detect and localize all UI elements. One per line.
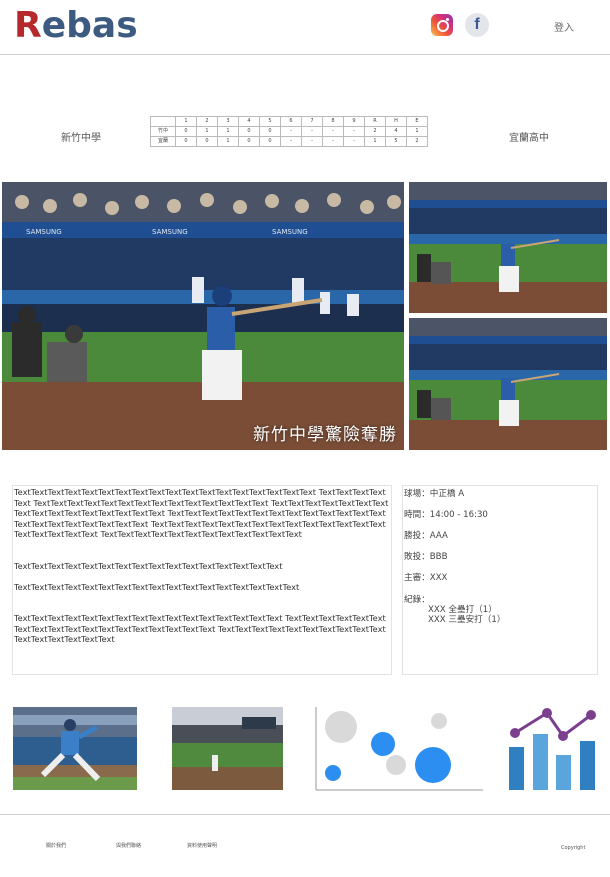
score-cell: 1 [196, 126, 218, 137]
score-cell: 1 [217, 136, 239, 147]
article-body: TextTextTextTextTextTextTextTextTextText… [14, 487, 390, 645]
score-cell: 0 [175, 126, 197, 137]
score-cell: 4 [238, 116, 260, 127]
login-link[interactable]: 登入 [554, 19, 574, 34]
copyright-text: Copyright [561, 845, 586, 851]
score-cell: - [280, 126, 302, 137]
score-cell: 9 [343, 116, 365, 127]
score-cell: 1 [406, 126, 428, 137]
score-cell: - [322, 126, 344, 137]
svg-text:SAMSUNG: SAMSUNG [152, 228, 188, 236]
score-cell: 5 [259, 116, 281, 127]
score-cell: 3 [217, 116, 239, 127]
score-cell: 0 [259, 136, 281, 147]
scoreboard-header-row: 1 2 3 4 5 6 7 8 9 R H E [150, 116, 428, 127]
score-cell: 1 [364, 136, 386, 147]
article-paragraph: TextTextTextTextTextTextTextTextTextText… [14, 581, 300, 592]
score-cell: 6 [280, 116, 302, 127]
score-cell: - [280, 136, 302, 147]
hero-photo[interactable]: SAMSUNG SAMSUNG SAMSUNG [2, 182, 404, 450]
score-cell: H [385, 116, 407, 127]
records-label: 紀錄： [404, 595, 430, 605]
score-cell: - [301, 136, 323, 147]
side-photo-top[interactable] [409, 182, 607, 313]
logo[interactable]: Rebas [14, 6, 138, 46]
score-cell: 4 [385, 126, 407, 137]
score-cell: 0 [196, 136, 218, 147]
away-team-name: 宜蘭高中 [509, 133, 549, 144]
score-cell: - [301, 126, 323, 137]
score-cell: 1 [175, 116, 197, 127]
instagram-icon[interactable] [431, 14, 453, 36]
score-cell: 0 [238, 136, 260, 147]
footer-link-about[interactable]: 關於我們 [46, 842, 66, 849]
score-cell: 2 [406, 136, 428, 147]
score-cell [150, 116, 176, 127]
bar-line-chart-illustration [505, 703, 600, 793]
site-footer [0, 814, 610, 877]
side-photo-bottom[interactable] [409, 318, 607, 450]
stadium-photo[interactable] [172, 707, 283, 790]
score-cell: 2 [196, 116, 218, 127]
score-cell: 0 [175, 136, 197, 147]
score-cell: - [322, 136, 344, 147]
score-cell: 0 [238, 126, 260, 137]
score-cell: 0 [259, 126, 281, 137]
score-cell: 宜蘭 [150, 136, 176, 147]
bubble-chart-illustration [315, 707, 485, 792]
score-cell: 1 [217, 126, 239, 137]
scoreboard-row-away: 宜蘭 0 0 1 0 0 - - - - 1 5 2 [150, 136, 428, 147]
venue-text: 球場：中正橋 A [404, 489, 465, 499]
record-item: XXX 三壘安打（1） [428, 615, 506, 625]
facebook-icon[interactable]: f [465, 13, 489, 37]
article-paragraph: TextTextTextTextTextTextTextTextTextText… [14, 487, 389, 540]
score-cell: R [364, 116, 386, 127]
winning-pitcher-text: 勝投：AAA [404, 531, 448, 541]
score-cell: 竹中 [150, 126, 176, 137]
svg-text:SAMSUNG: SAMSUNG [26, 228, 62, 236]
umpire-text: 主審：XXX [404, 573, 448, 583]
home-team-name: 新竹中學 [61, 133, 101, 144]
scoreboard-row-home: 竹中 0 1 1 0 0 - - - - 2 4 1 [150, 126, 428, 137]
score-cell: 8 [322, 116, 344, 127]
svg-text:SAMSUNG: SAMSUNG [272, 228, 308, 236]
scoreboard-table: 1 2 3 4 5 6 7 8 9 R H E 竹中 0 1 1 0 0 - -… [150, 116, 428, 147]
score-cell: E [406, 116, 428, 127]
score-cell: 7 [301, 116, 323, 127]
footer-link-privacy[interactable]: 資料使用聲明 [187, 842, 217, 849]
time-text: 時間：14:00 - 16:30 [404, 510, 488, 520]
losing-pitcher-text: 敗投：BBB [404, 552, 448, 562]
score-cell: - [343, 126, 365, 137]
score-cell: 2 [364, 126, 386, 137]
article-paragraph: TextTextTextTextTextTextTextTextTextText… [14, 560, 283, 571]
hero-caption: 新竹中學驚險奪勝 [253, 425, 397, 445]
score-cell: 5 [385, 136, 407, 147]
footer-link-contact[interactable]: 與我們聯絡 [116, 842, 141, 849]
score-cell: - [343, 136, 365, 147]
article-paragraph: TextTextTextTextTextTextTextTextTextText… [14, 613, 386, 645]
pitcher-photo[interactable] [13, 707, 137, 790]
